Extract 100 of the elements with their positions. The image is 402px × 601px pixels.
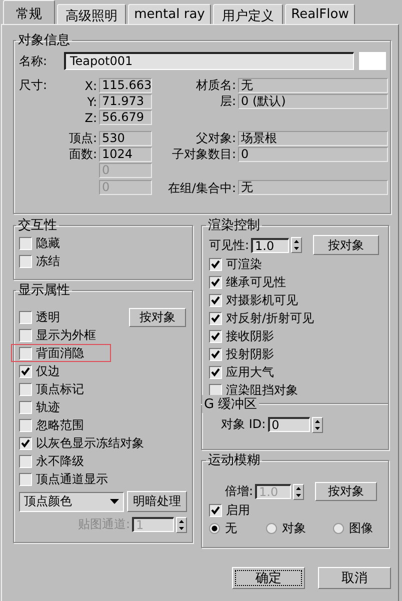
radio-label: 图像 xyxy=(349,520,373,536)
field-label: Z: xyxy=(84,110,97,124)
checkbox[interactable] xyxy=(19,346,32,360)
value-field: 1024 xyxy=(99,147,152,162)
checkbox-label: 顶点标记 xyxy=(36,380,84,398)
checkbox-label: 顶点通道显示 xyxy=(36,470,108,488)
checkbox-label: 对摄影机可见 xyxy=(226,292,298,308)
checkbox[interactable] xyxy=(209,258,222,270)
checkbox-label: 显示为外框 xyxy=(36,326,96,344)
spinner-arrows[interactable] xyxy=(293,484,304,500)
checkbox-label: 背面消隐 xyxy=(36,344,84,362)
spinner-arrows[interactable] xyxy=(176,516,187,532)
value-field: 场景根 xyxy=(238,131,388,146)
checkbox[interactable] xyxy=(209,366,222,378)
field-label: 尺寸: xyxy=(19,77,48,94)
checkbox[interactable] xyxy=(209,384,222,396)
radio-button[interactable] xyxy=(333,522,344,534)
field-label: 面数: xyxy=(68,146,97,163)
group-title: G 缓冲区 xyxy=(202,395,260,413)
value-field: 无 xyxy=(238,180,388,195)
checkbox[interactable] xyxy=(19,328,32,342)
tab[interactable]: 常规 xyxy=(3,0,55,24)
radio-label: 无 xyxy=(225,520,237,536)
shading-button[interactable]: 明暗处理 xyxy=(127,491,187,512)
checkbox-label: 应用大气 xyxy=(226,364,274,380)
field-label: 可见性: xyxy=(209,236,250,254)
checkbox[interactable] xyxy=(19,236,32,250)
checkbox[interactable] xyxy=(209,504,222,516)
checkbox-label: 继承可见性 xyxy=(226,274,286,290)
value-field: 0 xyxy=(238,147,388,162)
number-field[interactable]: 1.0 xyxy=(251,238,290,252)
checkbox[interactable] xyxy=(19,472,32,486)
checkbox-label: 隐藏 xyxy=(36,234,60,252)
value-field: 530 xyxy=(99,131,152,146)
checkbox-label: 永不降级 xyxy=(36,452,84,470)
checkbox-label: 冻结 xyxy=(36,252,60,270)
tab[interactable]: mental ray xyxy=(128,4,211,24)
number-field[interactable]: 0 xyxy=(268,417,310,432)
checkbox-label: 可渲染 xyxy=(226,256,262,272)
value-field: 无 xyxy=(238,78,388,93)
field-label: 子对象数目: xyxy=(172,146,236,163)
value-field: 0 (默认) xyxy=(238,94,388,109)
field-label: 在组/集合中: xyxy=(168,180,236,196)
radio-button[interactable] xyxy=(209,522,220,534)
checkbox-label: 接收阴影 xyxy=(226,328,274,344)
checkbox[interactable] xyxy=(19,254,32,268)
field-label: 名称: xyxy=(19,52,48,70)
group-title: 运动模糊 xyxy=(207,453,261,468)
tab[interactable]: RealFlow xyxy=(285,4,355,24)
field-label: 顶点: xyxy=(68,130,97,147)
radio-button[interactable] xyxy=(266,522,277,534)
checkbox-label: 忽略范围 xyxy=(36,416,84,434)
group-title: 显示属性 xyxy=(17,283,71,298)
checkbox[interactable] xyxy=(209,312,222,324)
field-label: 对象 ID: xyxy=(221,416,266,433)
checkbox[interactable] xyxy=(209,294,222,306)
field-label: 层: xyxy=(220,93,236,110)
checkbox[interactable] xyxy=(19,454,32,468)
checkbox[interactable] xyxy=(19,364,32,378)
checkbox[interactable] xyxy=(19,310,32,324)
checkbox[interactable] xyxy=(19,400,32,414)
by-object-button[interactable]: 按对象 xyxy=(129,308,186,327)
group-title: 交互性 xyxy=(17,218,58,233)
checkbox[interactable] xyxy=(19,382,32,396)
checkbox-label: 以灰色显示冻结对象 xyxy=(36,434,144,452)
field-label: X: xyxy=(84,78,97,92)
checkbox-label: 仅边 xyxy=(36,362,60,380)
value-field: 115.663 xyxy=(99,78,152,93)
checkbox[interactable] xyxy=(209,348,222,360)
group-title: 渲染控制 xyxy=(207,218,261,233)
field-label: 父对象: xyxy=(196,130,236,147)
field-label: Y: xyxy=(87,94,97,108)
name-field[interactable]: Teapot001 xyxy=(64,52,354,70)
dialog-button[interactable]: 取消 xyxy=(318,567,391,589)
field-label: 倍增: xyxy=(225,483,254,500)
checkbox-label: 投射阴影 xyxy=(226,346,274,362)
caret-icon xyxy=(110,499,119,504)
color-swatch[interactable] xyxy=(359,52,386,70)
checkbox-label: 对反射/折射可见 xyxy=(226,310,314,326)
checkbox[interactable] xyxy=(209,276,222,288)
radio-label: 对象 xyxy=(282,520,306,536)
checkbox[interactable] xyxy=(19,436,32,450)
by-object-button[interactable]: 按对象 xyxy=(315,482,378,501)
checkbox-label: 透明 xyxy=(36,308,60,326)
value-field: 56.679 xyxy=(99,110,152,125)
spinner-arrows[interactable] xyxy=(291,237,302,253)
checkbox[interactable] xyxy=(209,330,222,342)
checkbox-label: 轨迹 xyxy=(36,398,60,416)
group-title: 对象信息 xyxy=(17,33,71,48)
checkbox[interactable] xyxy=(19,418,32,432)
tab[interactable]: 用户定义 xyxy=(213,4,283,24)
checkbox-label: 渲染阻挡对象 xyxy=(226,382,298,397)
tab[interactable]: 高级照明 xyxy=(57,4,126,24)
dialog-button[interactable]: 确定 xyxy=(232,567,305,589)
by-object-button[interactable]: 按对象 xyxy=(313,235,380,255)
spinner-arrows[interactable] xyxy=(312,416,323,432)
value-field: 71.973 xyxy=(99,94,152,109)
field-label: 材质名: xyxy=(196,77,236,94)
checkbox-label: 启用 xyxy=(226,502,250,518)
dropdown[interactable]: 顶点颜色 xyxy=(19,492,124,512)
